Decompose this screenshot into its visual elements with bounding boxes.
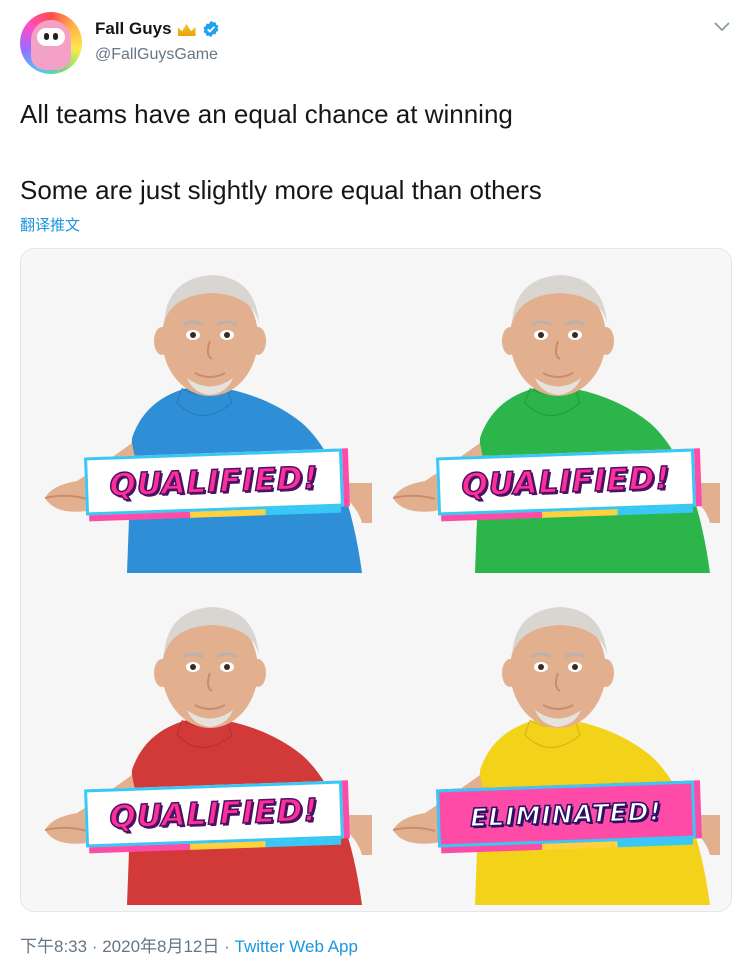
- tweet-time[interactable]: 下午8:33: [20, 937, 87, 956]
- shrugging-man-figure: [27, 253, 372, 573]
- tweet-media-image[interactable]: QUALIFIED! QUALIFIED! QUALIFIED! ELIMINA…: [20, 248, 732, 912]
- meme-panel: QUALIFIED!: [375, 253, 720, 573]
- author-display-name[interactable]: Fall Guys: [95, 19, 172, 39]
- meme-panel: ELIMINATED!: [375, 585, 720, 905]
- author-name-row: Fall Guys: [95, 19, 220, 39]
- banner-label: ELIMINATED!: [469, 795, 663, 832]
- tweet-date[interactable]: 2020年8月12日: [102, 937, 219, 956]
- translate-tweet-link[interactable]: 翻译推文: [20, 214, 80, 235]
- eliminated-banner: ELIMINATED!: [436, 780, 696, 854]
- shrugging-man-figure: [27, 585, 372, 905]
- qualified-banner: QUALIFIED!: [84, 448, 344, 522]
- meme-panel: QUALIFIED!: [27, 253, 372, 573]
- tweet-text-line: All teams have an equal chance at winnin…: [20, 99, 513, 129]
- tweet-source-link[interactable]: Twitter Web App: [235, 937, 358, 956]
- shrugging-man-figure: [375, 253, 720, 573]
- qualified-banner: QUALIFIED!: [84, 780, 344, 854]
- banner-label: QUALIFIED!: [108, 460, 320, 505]
- verified-badge-icon: [203, 20, 218, 38]
- chevron-down-icon[interactable]: [714, 22, 730, 32]
- tweet-timestamp: 下午8:33 · 2020年8月12日 · Twitter Web App: [20, 937, 358, 956]
- avatar[interactable]: [20, 12, 82, 74]
- crown-icon: [177, 24, 196, 36]
- tweet-card: Fall Guys @FallGuysGame All teams have a…: [0, 0, 750, 970]
- tweet-text-line: Some are just slightly more equal than o…: [20, 175, 542, 205]
- qualified-banner: QUALIFIED!: [436, 448, 696, 522]
- banner-label: QUALIFIED!: [108, 792, 320, 837]
- author-handle[interactable]: @FallGuysGame: [95, 46, 218, 64]
- shrugging-man-figure: [375, 585, 720, 905]
- banner-label: QUALIFIED!: [460, 460, 672, 505]
- tweet-text: All teams have an equal chance at winnin…: [20, 96, 542, 208]
- meme-panel: QUALIFIED!: [27, 585, 372, 905]
